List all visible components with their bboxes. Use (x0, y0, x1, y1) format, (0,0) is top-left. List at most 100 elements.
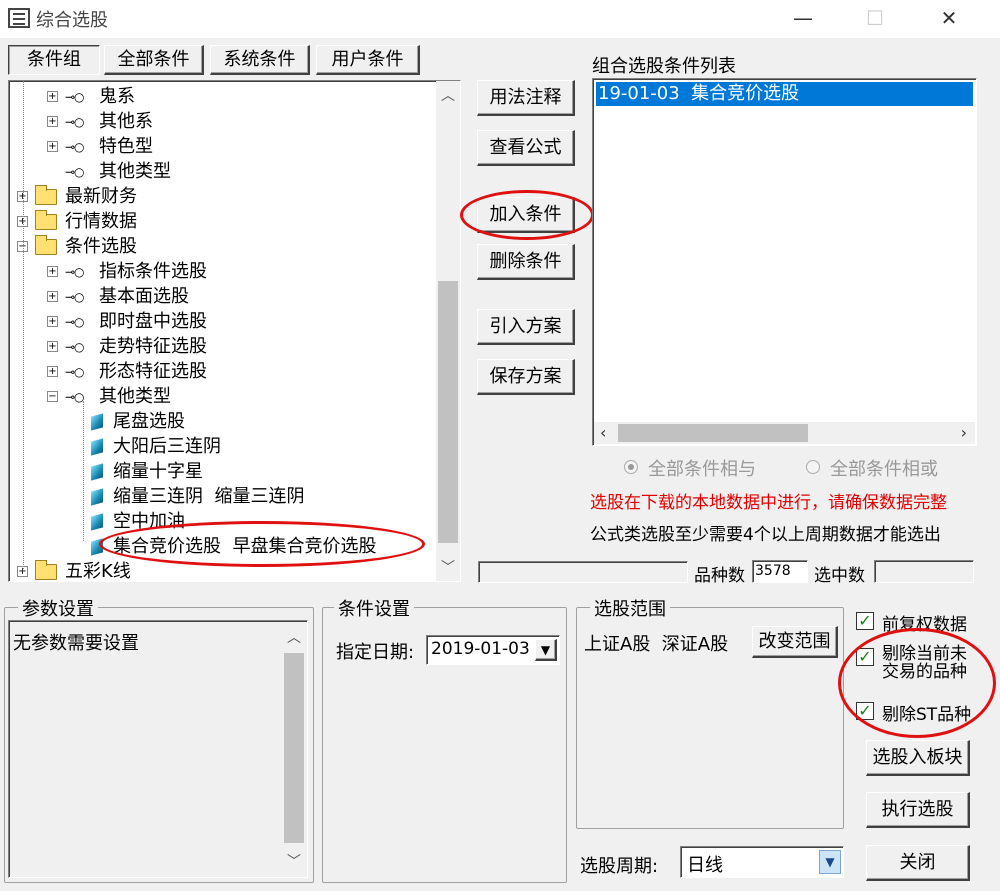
usage-notes-button[interactable]: 用法注释 (477, 80, 575, 116)
tab-condition-group[interactable]: 条件组 (8, 45, 100, 75)
date-dropdown-icon[interactable]: ▼ (535, 639, 557, 661)
tree-node-label: 走势特征选股 (99, 336, 207, 357)
fq-checkbox[interactable]: ✓ (856, 612, 874, 630)
selected-count-value (874, 560, 974, 583)
import-scheme-button[interactable]: 引入方案 (477, 309, 575, 345)
key-icon: ⊸○ (65, 390, 85, 404)
close-window-button[interactable]: ✕ (926, 4, 972, 32)
minimize-button[interactable]: — (780, 4, 826, 32)
tree-guide-line (23, 81, 24, 571)
formula-icon (91, 463, 103, 481)
range-title: 选股范围 (590, 595, 670, 621)
view-formula-button[interactable]: 查看公式 (477, 130, 575, 166)
expand-icon[interactable]: + (47, 291, 58, 302)
key-icon: ⊸○ (65, 140, 85, 154)
expand-icon[interactable]: + (47, 341, 58, 352)
key-icon: ⊸○ (65, 290, 85, 304)
tree-node-label: 缩量三连阴 缩量三连阴 (113, 486, 305, 507)
count-value: 3578 (752, 560, 808, 583)
tree-node-label: 行情数据 (65, 211, 137, 232)
and-radio[interactable] (624, 460, 638, 474)
key-icon: ⊸○ (65, 265, 85, 279)
expand-icon[interactable]: + (47, 266, 58, 277)
key-icon: ⊸○ (65, 115, 85, 129)
tab-all-conditions[interactable]: 全部条件 (104, 45, 204, 75)
or-radio[interactable] (806, 460, 820, 474)
condition-tree[interactable]: + ⊸○ 鬼系 + ⊸○ 其他系 + ⊸○ 特色型 ⊸○ 其他类型 + 最新财务 + 行情数据 − 条件选股 + ⊸… (8, 80, 461, 582)
params-scrollbar[interactable]: ︿ ﹀ (283, 623, 305, 875)
tree-scrollbar[interactable]: ︿ ﹀ (436, 81, 460, 581)
app-icon (8, 8, 30, 28)
tree-node-label: 大阳后三连阴 (113, 436, 221, 457)
date-picker[interactable]: 2019-01-03 ▼ (426, 635, 560, 665)
formula-icon (91, 413, 103, 431)
maximize-button[interactable]: ☐ (852, 4, 898, 32)
formula-icon (91, 438, 103, 456)
key-icon: ⊸○ (65, 365, 85, 379)
warning-text: 选股在下载的本地数据中进行，请确保数据完整 (590, 493, 947, 513)
tree-node-label: 其他系 (99, 111, 153, 132)
folder-icon (35, 560, 57, 580)
change-range-button[interactable]: 改变范围 (752, 626, 838, 658)
tree-node-label: 缩量十字星 (113, 461, 203, 482)
tree-guide-line (83, 401, 84, 541)
condition-list-header: 组合选股条件列表 (592, 56, 736, 77)
annotation-ellipse-options (838, 628, 996, 738)
folder-icon (35, 185, 57, 205)
tree-node-label: 尾盘选股 (113, 411, 185, 432)
count-label: 品种数 (694, 566, 745, 586)
period-value[interactable]: 日线 (687, 851, 723, 877)
params-title: 参数设置 (18, 595, 98, 621)
formula-icon (91, 513, 103, 531)
period-dropdown-icon[interactable]: ▼ (819, 850, 841, 874)
key-icon: ⊸○ (65, 165, 85, 179)
expand-icon[interactable]: + (47, 316, 58, 327)
key-icon: ⊸○ (65, 90, 85, 104)
period-label: 选股周期: (580, 856, 659, 877)
expand-icon[interactable]: + (47, 366, 58, 377)
or-label: 全部条件相或 (830, 459, 938, 480)
annotation-ellipse-add (460, 190, 594, 240)
tree-node-label: 形态特征选股 (99, 361, 207, 382)
expand-icon[interactable]: + (47, 91, 58, 102)
scroll-left-icon[interactable]: ‹ (600, 423, 606, 442)
condition-list-item[interactable]: 19-01-03 集合竞价选股 (596, 82, 973, 106)
and-label: 全部条件相与 (648, 459, 756, 480)
window-title: 综合选股 (36, 10, 108, 31)
condition-settings-title: 条件设置 (334, 595, 414, 621)
condition-list-hscrollbar[interactable]: ‹ › (594, 422, 975, 444)
scroll-up-icon[interactable]: ︿ (436, 85, 460, 105)
tree-node-label: 基本面选股 (99, 286, 189, 307)
params-text: 无参数需要设置 (13, 633, 139, 654)
condition-list[interactable]: 19-01-03 集合竞价选股 ‹ › (592, 78, 977, 446)
execute-button[interactable]: 执行选股 (866, 792, 970, 828)
scroll-down-icon[interactable]: ﹀ (436, 557, 460, 577)
tree-node-label: 指标条件选股 (99, 261, 207, 282)
tab-system-conditions[interactable]: 系统条件 (210, 45, 310, 75)
tree-node-label: 即时盘中选股 (99, 311, 207, 332)
save-scheme-button[interactable]: 保存方案 (477, 359, 575, 395)
scroll-right-icon[interactable]: › (961, 423, 967, 442)
annotation-ellipse-tree (99, 521, 425, 567)
progress-bar (478, 561, 688, 583)
tree-node-label: 最新财务 (65, 186, 137, 207)
formula-icon (91, 488, 103, 506)
info-text: 公式类选股至少需要4个以上周期数据才能选出 (590, 525, 941, 545)
collapse-icon[interactable]: − (47, 391, 58, 402)
tree-scroll-thumb[interactable] (438, 281, 458, 543)
tab-user-conditions[interactable]: 用户条件 (316, 45, 420, 75)
key-icon: ⊸○ (65, 315, 85, 329)
key-icon: ⊸○ (65, 340, 85, 354)
add-to-block-button[interactable]: 选股入板块 (866, 740, 970, 776)
tree-node-label: 条件选股 (65, 236, 137, 257)
period-select[interactable]: 日线 ▼ (680, 846, 844, 878)
selected-count-label: 选中数 (814, 566, 865, 586)
params-box: 无参数需要设置 ︿ ﹀ (8, 620, 308, 878)
folder-icon (35, 210, 57, 230)
expand-icon[interactable]: + (47, 116, 58, 127)
delete-condition-button[interactable]: 删除条件 (477, 244, 575, 280)
expand-icon[interactable]: + (47, 141, 58, 152)
date-value[interactable]: 2019-01-03 (431, 639, 530, 659)
close-button[interactable]: 关闭 (866, 845, 970, 881)
tree-node-label: 其他类型 (99, 161, 171, 182)
